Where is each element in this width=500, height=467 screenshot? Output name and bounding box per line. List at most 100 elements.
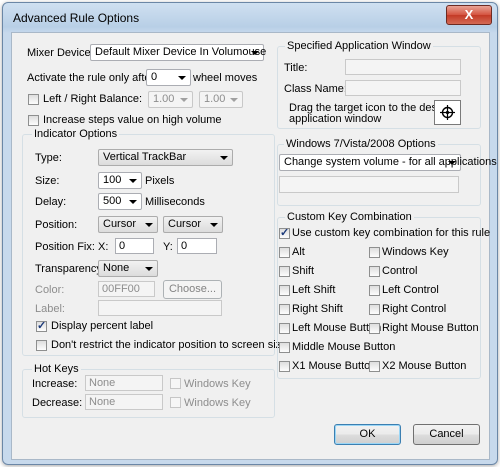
decrease-hotkey-label: Decrease: xyxy=(32,397,83,409)
chevron-down-icon xyxy=(145,223,153,227)
chevron-down-icon xyxy=(210,223,218,227)
windows-key-checkbox[interactable] xyxy=(369,247,380,258)
increase-steps-checkbox[interactable] xyxy=(28,115,39,126)
position-label: Position: xyxy=(35,219,78,231)
win7-text-input[interactable] xyxy=(279,176,459,193)
mixer-device-combo[interactable]: Default Mixer Device In Volumouse xyxy=(90,44,266,61)
shift-checkbox[interactable] xyxy=(279,266,290,277)
app-window-legend: Specified Application Window xyxy=(285,40,433,52)
balance-right-value: 1.00 xyxy=(204,93,226,105)
decrease-winkey-checkbox[interactable] xyxy=(170,397,181,408)
right-shift-checkbox[interactable] xyxy=(279,304,290,315)
control-checkbox[interactable] xyxy=(369,266,380,277)
chevron-down-icon xyxy=(180,98,188,102)
x1-mouse-button-checkbox[interactable] xyxy=(279,361,290,372)
increase-winkey-checkbox[interactable] xyxy=(170,378,181,389)
chevron-down-icon xyxy=(178,76,186,80)
custom-keys-legend: Custom Key Combination xyxy=(285,211,414,223)
control-label: Control xyxy=(382,265,418,277)
color-label: Color: xyxy=(35,284,65,296)
label-input[interactable] xyxy=(98,300,222,316)
indicator-options-legend: Indicator Options xyxy=(32,128,120,140)
transparency-combo[interactable]: None xyxy=(98,260,158,277)
use-custom-keys-checkbox[interactable] xyxy=(279,226,290,239)
x2-mouse-button-checkbox[interactable] xyxy=(369,361,380,372)
middle-mouse-button-label: Middle Mouse Button xyxy=(292,341,396,353)
close-button[interactable]: X xyxy=(446,5,492,25)
dialog-client: Mixer Device: Default Mixer Device In Vo… xyxy=(11,32,497,460)
middle-mouse-button-checkbox[interactable] xyxy=(279,342,290,353)
fix-x-input[interactable]: 0 xyxy=(115,238,154,254)
win7-volume-combo[interactable]: Change system volume - for all applicati… xyxy=(279,154,497,171)
size-combo[interactable]: 100 xyxy=(98,172,142,189)
delay-value: 500 xyxy=(103,195,122,207)
size-label: Size: xyxy=(35,175,60,187)
chevron-down-icon xyxy=(129,200,137,204)
balance-right-combo[interactable]: 1.00 xyxy=(199,91,243,108)
left-control-label: Left Control xyxy=(382,284,439,296)
increase-hotkey-input[interactable]: None xyxy=(85,375,163,391)
mixer-label: Mixer Device: xyxy=(27,47,94,59)
app-title-label: Title: xyxy=(284,62,308,74)
window-title: Advanced Rule Options xyxy=(13,11,140,25)
left-shift-checkbox[interactable] xyxy=(279,285,290,296)
chevron-down-icon xyxy=(145,267,153,271)
balance-checkbox[interactable] xyxy=(28,94,39,105)
chevron-down-icon xyxy=(448,161,456,165)
chevron-down-icon xyxy=(251,51,259,55)
right-control-checkbox[interactable] xyxy=(369,304,380,315)
delay-label: Delay: xyxy=(35,196,67,208)
alt-checkbox[interactable] xyxy=(279,247,290,258)
type-label: Type: xyxy=(35,152,62,164)
ok-button[interactable]: OK xyxy=(334,424,401,445)
shift-label: Shift xyxy=(292,265,315,277)
increase-winkey-label: Windows Key xyxy=(184,378,251,390)
display-percent-checkbox[interactable] xyxy=(36,319,47,332)
app-title-input[interactable] xyxy=(345,59,461,75)
win7-options-legend: Windows 7/Vista/2008 Options xyxy=(284,138,438,150)
dialog-window: Advanced Rule Options X Mixer Device: De… xyxy=(2,2,498,465)
use-custom-keys-label: Use custom key combination for this rule xyxy=(292,227,491,239)
left-mouse-button-checkbox[interactable] xyxy=(279,323,290,334)
left-control-checkbox[interactable] xyxy=(369,285,380,296)
hot-keys-legend: Hot Keys xyxy=(32,363,81,375)
decrease-hotkey-input[interactable]: None xyxy=(85,394,163,410)
class-name-input[interactable] xyxy=(345,80,461,96)
crosshair-target-icon[interactable] xyxy=(434,100,461,125)
right-control-label: Right Control xyxy=(382,303,447,315)
balance-left-combo[interactable]: 1.00 xyxy=(148,91,193,108)
choose-color-button[interactable]: Choose... xyxy=(163,280,222,299)
transparency-value: None xyxy=(103,262,130,274)
position-y-combo[interactable]: Cursor xyxy=(163,216,223,233)
increase-hotkey-label: Increase: xyxy=(32,378,78,390)
display-percent-label: Display percent label xyxy=(51,320,154,332)
color-input[interactable]: 00FF00 xyxy=(98,281,155,297)
balance-label: Left / Right Balance: xyxy=(43,93,143,105)
fix-y-input[interactable]: 0 xyxy=(177,238,217,254)
wheel-moves-combo[interactable]: 0 xyxy=(146,69,191,86)
wheel-moves-suffix: wheel moves xyxy=(193,72,258,84)
label-label: Label: xyxy=(35,303,65,315)
chevron-down-icon xyxy=(129,179,137,183)
left-mouse-button-label: Left Mouse Button xyxy=(292,322,382,334)
delay-unit: Milliseconds xyxy=(145,196,205,208)
left-shift-label: Left Shift xyxy=(292,284,336,296)
size-value: 100 xyxy=(103,174,122,186)
right-shift-label: Right Shift xyxy=(292,303,343,315)
dont-restrict-checkbox[interactable] xyxy=(36,340,47,351)
windows-key-label: Windows Key xyxy=(382,246,449,258)
chevron-down-icon xyxy=(220,156,228,160)
position-x-combo[interactable]: Cursor xyxy=(98,216,158,233)
right-mouse-button-checkbox[interactable] xyxy=(369,323,380,334)
fix-x-label: X: xyxy=(98,241,109,253)
increase-steps-label: Increase steps value on high volume xyxy=(43,114,222,126)
size-unit: Pixels xyxy=(145,175,175,187)
dont-restrict-label: Don't restrict the indicator position to… xyxy=(51,339,291,351)
class-name-label: Class Name: xyxy=(284,83,347,95)
delay-combo[interactable]: 500 xyxy=(98,193,142,210)
type-value: Vertical TrackBar xyxy=(103,151,187,163)
cancel-button[interactable]: Cancel xyxy=(413,424,480,445)
chevron-down-icon xyxy=(230,98,238,102)
type-combo[interactable]: Vertical TrackBar xyxy=(98,149,233,166)
x1-mouse-button-label: X1 Mouse Button xyxy=(292,360,377,372)
